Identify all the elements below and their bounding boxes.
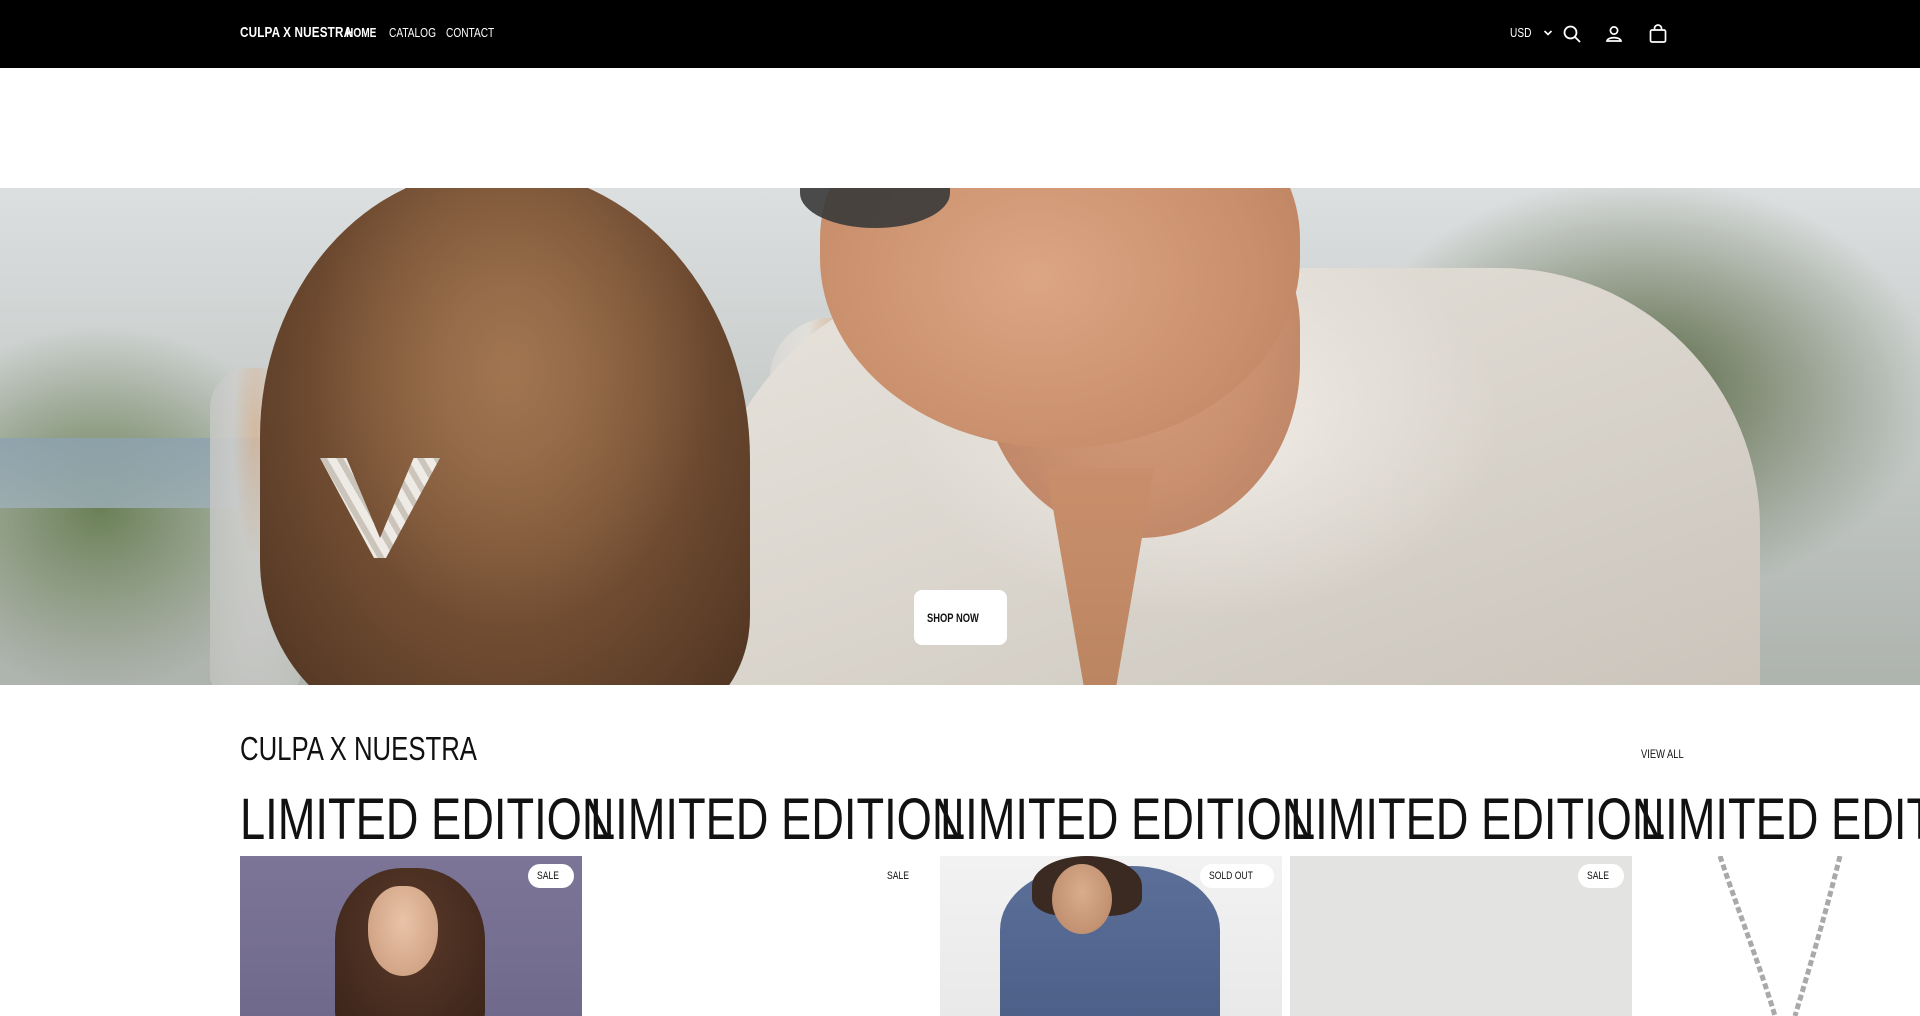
- shop-now-button[interactable]: SHOP NOW: [914, 590, 1007, 645]
- product-card[interactable]: LIMITED EDITION SALE: [240, 790, 615, 1016]
- nav-home[interactable]: HOME: [346, 25, 385, 40]
- account-icon[interactable]: [1602, 22, 1626, 46]
- necklace-chain-icon: [1717, 856, 1843, 1016]
- product-card[interactable]: LIMITED EDITION SALE: [590, 790, 965, 1016]
- collection-title: CULPA X NUESTRA: [240, 730, 477, 767]
- product-card[interactable]: LIMITED EDITION SALE: [1290, 790, 1665, 1016]
- currency-selector[interactable]: USD: [1510, 25, 1553, 40]
- site-header: CULPA X NUESTRA HOME CATALOG CONTACT USD: [0, 0, 1920, 68]
- chevron-down-icon: [1544, 29, 1553, 36]
- product-image-face: [1052, 864, 1112, 934]
- product-image-face: [368, 886, 438, 976]
- sale-badge: SALE: [1577, 864, 1624, 888]
- nav-contact[interactable]: CONTACT: [446, 25, 508, 40]
- product-card[interactable]: LIMITED EDITION SOLD OUT: [940, 790, 1315, 1016]
- sale-badge: SALE: [527, 864, 574, 888]
- product-card[interactable]: LIMITED EDITION: [1640, 787, 1920, 1016]
- product-card-heading: LIMITED EDITION: [1640, 787, 1920, 852]
- product-image[interactable]: [1640, 856, 1920, 1016]
- sale-badge: SALE: [886, 870, 909, 882]
- nav-catalog[interactable]: CATALOG: [389, 25, 449, 40]
- view-all-link[interactable]: VIEW ALL: [1641, 747, 1696, 761]
- currency-label: USD: [1510, 25, 1532, 40]
- sold-out-badge: SOLD OUT: [1199, 864, 1274, 888]
- cart-icon[interactable]: [1646, 22, 1670, 46]
- search-icon[interactable]: [1560, 22, 1584, 46]
- hero-woman-hair: [260, 188, 750, 685]
